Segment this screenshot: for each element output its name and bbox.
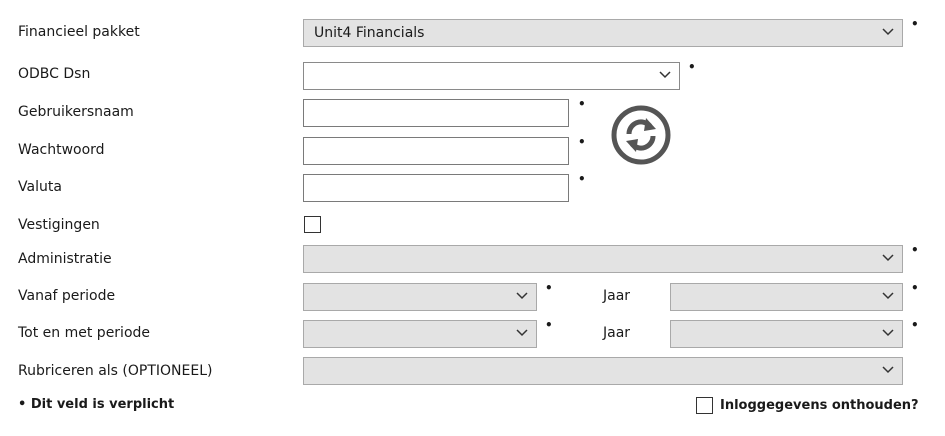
chevron-down-icon <box>882 28 894 36</box>
required-marker: • <box>545 281 553 295</box>
chevron-down-icon <box>659 71 671 79</box>
password-input[interactable] <box>303 137 569 165</box>
chevron-down-icon <box>882 329 894 337</box>
to-period-label: Tot en met periode <box>18 325 151 341</box>
required-marker: • <box>911 281 919 295</box>
required-marker: • <box>545 318 553 332</box>
password-label: Wachtwoord <box>18 142 105 158</box>
odbc-dsn-label: ODBC Dsn <box>18 66 91 82</box>
branches-label: Vestigingen <box>18 217 100 233</box>
classify-as-label: Rubriceren als (OPTIONEEL) <box>18 363 213 379</box>
chevron-down-icon <box>882 254 894 262</box>
administration-label: Administratie <box>18 251 112 267</box>
username-label: Gebruikersnaam <box>18 104 134 120</box>
branches-checkbox[interactable] <box>304 216 321 233</box>
required-marker: • <box>911 318 919 332</box>
financial-package-label: Financieel pakket <box>18 24 140 40</box>
required-note-text: Dit veld is verplicht <box>30 397 175 412</box>
required-marker: • <box>688 60 696 74</box>
required-marker: • <box>578 172 586 186</box>
currency-label: Valuta <box>18 179 62 195</box>
to-period-select[interactable] <box>303 320 537 348</box>
to-year-select[interactable] <box>670 320 903 348</box>
financial-package-value: Unit4 Financials <box>314 25 425 41</box>
remember-credentials-checkbox[interactable] <box>696 397 713 414</box>
required-marker: • <box>578 97 586 111</box>
chevron-down-icon <box>882 292 894 300</box>
required-marker: • <box>578 135 586 149</box>
required-marker: • <box>911 243 919 257</box>
currency-input[interactable] <box>303 174 569 202</box>
username-input[interactable] <box>303 99 569 127</box>
classify-as-select[interactable] <box>303 357 903 385</box>
refresh-icon[interactable] <box>610 104 672 166</box>
from-period-label: Vanaf periode <box>18 288 116 304</box>
chevron-down-icon <box>882 366 894 374</box>
odbc-dsn-select[interactable] <box>303 62 680 90</box>
chevron-down-icon <box>516 329 528 337</box>
required-footnote: • Dit veld is verplicht <box>18 396 174 414</box>
to-year-label: Jaar <box>603 325 631 341</box>
required-marker: • <box>911 17 919 31</box>
remember-credentials-label[interactable]: Inloggegevens onthouden? <box>720 397 919 415</box>
from-year-select[interactable] <box>670 283 903 311</box>
required-marker: • <box>18 397 27 412</box>
from-period-select[interactable] <box>303 283 537 311</box>
from-year-label: Jaar <box>603 288 631 304</box>
administration-select[interactable] <box>303 245 903 273</box>
chevron-down-icon <box>516 292 528 300</box>
financial-package-select[interactable]: Unit4 Financials <box>303 19 903 47</box>
